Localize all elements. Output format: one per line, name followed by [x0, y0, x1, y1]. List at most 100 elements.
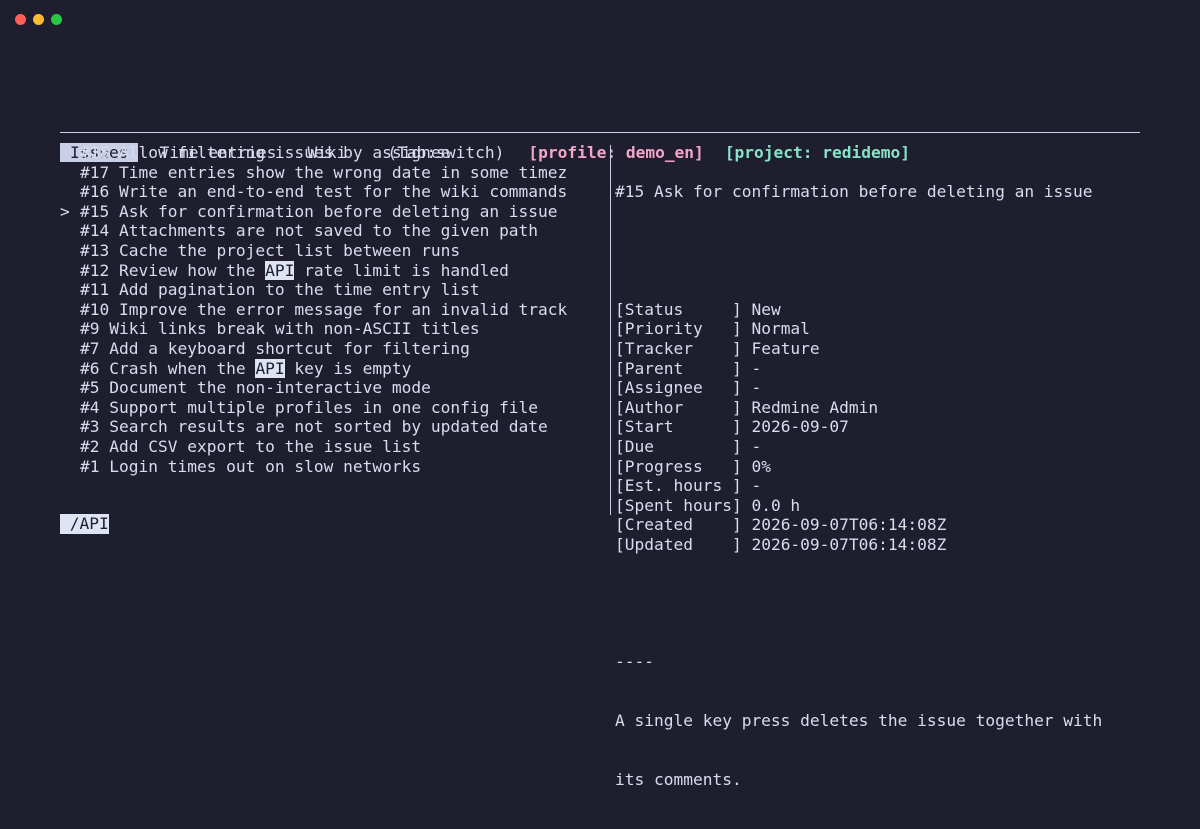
issue-row[interactable]: #6 Crash when the API key is empty: [60, 358, 605, 379]
selection-cursor: >: [60, 201, 70, 221]
issue-row[interactable]: #2 Add CSV export to the issue list: [60, 437, 605, 457]
issue-title: #12 Review how the API rate limit is han…: [80, 260, 509, 280]
selection-cursor: [60, 437, 80, 457]
selection-cursor: [60, 398, 80, 418]
selection-cursor: [60, 280, 80, 300]
search-match-highlight: API: [265, 260, 295, 280]
issue-list: #18 Allow filtering issues by assignee #1…: [60, 143, 605, 476]
field-label: [Parent ]: [615, 358, 742, 378]
detail-field: [Status ] New: [615, 300, 1140, 320]
field-label: [Assignee ]: [615, 378, 742, 398]
issue-title: #3 Search results are not sorted by upda…: [80, 417, 548, 437]
maximize-window-button[interactable]: [51, 14, 62, 25]
detail-field: [Spent hours] 0.0 h: [615, 496, 1140, 516]
issue-title: #13 Cache the project list between runs: [80, 240, 461, 260]
field-label: [Due ]: [615, 436, 742, 456]
detail-fields: [Status ] New [Priority ] Normal [Tracker …: [615, 300, 1140, 555]
issue-title: #9 Wiki links break with non-ASCII title…: [80, 319, 480, 339]
detail-field: [Priority ] Normal: [615, 319, 1140, 339]
selection-cursor: [60, 221, 80, 241]
detail-separator: ----: [615, 652, 654, 672]
selection-cursor: [60, 261, 80, 281]
field-label: [Author ]: [615, 397, 742, 417]
field-value: Feature: [751, 338, 820, 358]
field-value: 0%: [751, 456, 771, 476]
issue-title: #18 Allow filtering issues by assignee: [80, 143, 451, 162]
tui-app: Issues Time entries Wiki (Tab:switch) [p…: [60, 103, 1140, 789]
issue-title: #16 Write an end-to-end test for the wik…: [80, 182, 568, 202]
field-value: 2026-09-07T06:14:08Z: [751, 534, 947, 554]
issue-row[interactable]: #9 Wiki links break with non-ASCII title…: [60, 319, 605, 339]
issue-row[interactable]: #13 Cache the project list between runs: [60, 241, 605, 261]
detail-field: [Parent ] -: [615, 359, 1140, 379]
selection-cursor: [60, 241, 80, 261]
field-value: -: [751, 378, 762, 398]
issue-row[interactable]: #16 Write an end-to-end test for the wik…: [60, 182, 605, 202]
selection-cursor: [60, 300, 80, 320]
window-controls: [15, 14, 62, 25]
issue-title: #11 Add pagination to the time entry lis…: [80, 280, 480, 300]
detail-title: #15 Ask for confirmation before deleting…: [615, 182, 1093, 202]
selection-cursor: [60, 319, 80, 339]
issue-title: #1 Login times out on slow networks: [80, 456, 422, 476]
detail-field: [Assignee ] -: [615, 378, 1140, 398]
field-value: 2026-09-07T06:14:08Z: [751, 515, 947, 535]
field-value: -: [751, 436, 762, 456]
issue-detail-pane: #15 Ask for confirmation before deleting…: [615, 143, 1140, 829]
issue-title: #4 Support multiple profiles in one conf…: [80, 397, 539, 417]
field-label: [Est. hours ]: [615, 476, 742, 496]
issue-title: #5 Document the non-interactive mode: [80, 378, 431, 398]
field-label: [Status ]: [615, 299, 742, 319]
issue-row[interactable]: #18 Allow filtering issues by assignee: [60, 143, 605, 163]
description-line: its comments.: [615, 770, 742, 789]
field-label: [Start ]: [615, 417, 742, 437]
issue-title: #17 Time entries show the wrong date in …: [80, 162, 568, 182]
field-label: [Created ]: [615, 515, 742, 535]
issue-row[interactable]: #7 Add a keyboard shortcut for filtering: [60, 339, 605, 359]
detail-field: [Updated ] 2026-09-07T06:14:08Z: [615, 535, 1140, 555]
detail-field: [Est. hours ] -: [615, 476, 1140, 496]
field-value: 0.0 h: [751, 495, 801, 515]
header-divider: [60, 132, 1140, 133]
description-line: A single key press deletes the issue tog…: [615, 711, 1103, 731]
field-value: 2026-09-07: [751, 417, 849, 437]
issue-row[interactable]: #14 Attachments are not saved to the giv…: [60, 221, 605, 241]
selection-cursor: [60, 182, 80, 202]
issue-row[interactable]: > #15 Ask for confirmation before deletin…: [60, 202, 605, 222]
close-window-button[interactable]: [15, 14, 26, 25]
detail-field: [Tracker ] Feature: [615, 339, 1140, 359]
minimize-window-button[interactable]: [33, 14, 44, 25]
detail-field: [Progress ] 0%: [615, 457, 1140, 477]
issue-row[interactable]: #11 Add pagination to the time entry lis…: [60, 280, 605, 300]
pane-divider: [610, 145, 611, 515]
issue-row[interactable]: #3 Search results are not sorted by upda…: [60, 417, 605, 437]
selection-cursor: [60, 378, 80, 398]
field-label: [Tracker ]: [615, 338, 742, 358]
issue-row[interactable]: #10 Improve the error message for an inv…: [60, 300, 605, 320]
field-value: New: [751, 299, 781, 319]
search-command-line[interactable]: /API: [60, 514, 109, 534]
terminal-window: Issues Time entries Wiki (Tab:switch) [p…: [0, 0, 1200, 789]
issue-title: #2 Add CSV export to the issue list: [80, 436, 422, 456]
issue-row[interactable]: #12 Review how the API rate limit is han…: [60, 260, 605, 281]
detail-field: [Due ] -: [615, 437, 1140, 457]
issue-row[interactable]: #4 Support multiple profiles in one conf…: [60, 398, 605, 418]
issue-row[interactable]: #17 Time entries show the wrong date in …: [60, 163, 605, 183]
field-value: Normal: [751, 319, 810, 339]
field-label: [Spent hours]: [615, 495, 742, 515]
selection-cursor: [60, 417, 80, 437]
selection-cursor: [60, 163, 80, 183]
field-label: [Updated ]: [615, 534, 742, 554]
issue-title: #6 Crash when the API key is empty: [80, 358, 412, 378]
issue-title: #10 Improve the error message for an inv…: [80, 299, 568, 319]
issue-row[interactable]: #5 Document the non-interactive mode: [60, 378, 605, 398]
issue-row[interactable]: #1 Login times out on slow networks: [60, 457, 605, 477]
issue-title: #14 Attachments are not saved to the giv…: [80, 221, 539, 241]
selection-cursor: [60, 339, 80, 359]
detail-field: [Author ] Redmine Admin: [615, 398, 1140, 418]
search-match-highlight: API: [255, 358, 285, 378]
field-label: [Priority ]: [615, 319, 742, 339]
detail-field: [Created ] 2026-09-07T06:14:08Z: [615, 515, 1140, 535]
